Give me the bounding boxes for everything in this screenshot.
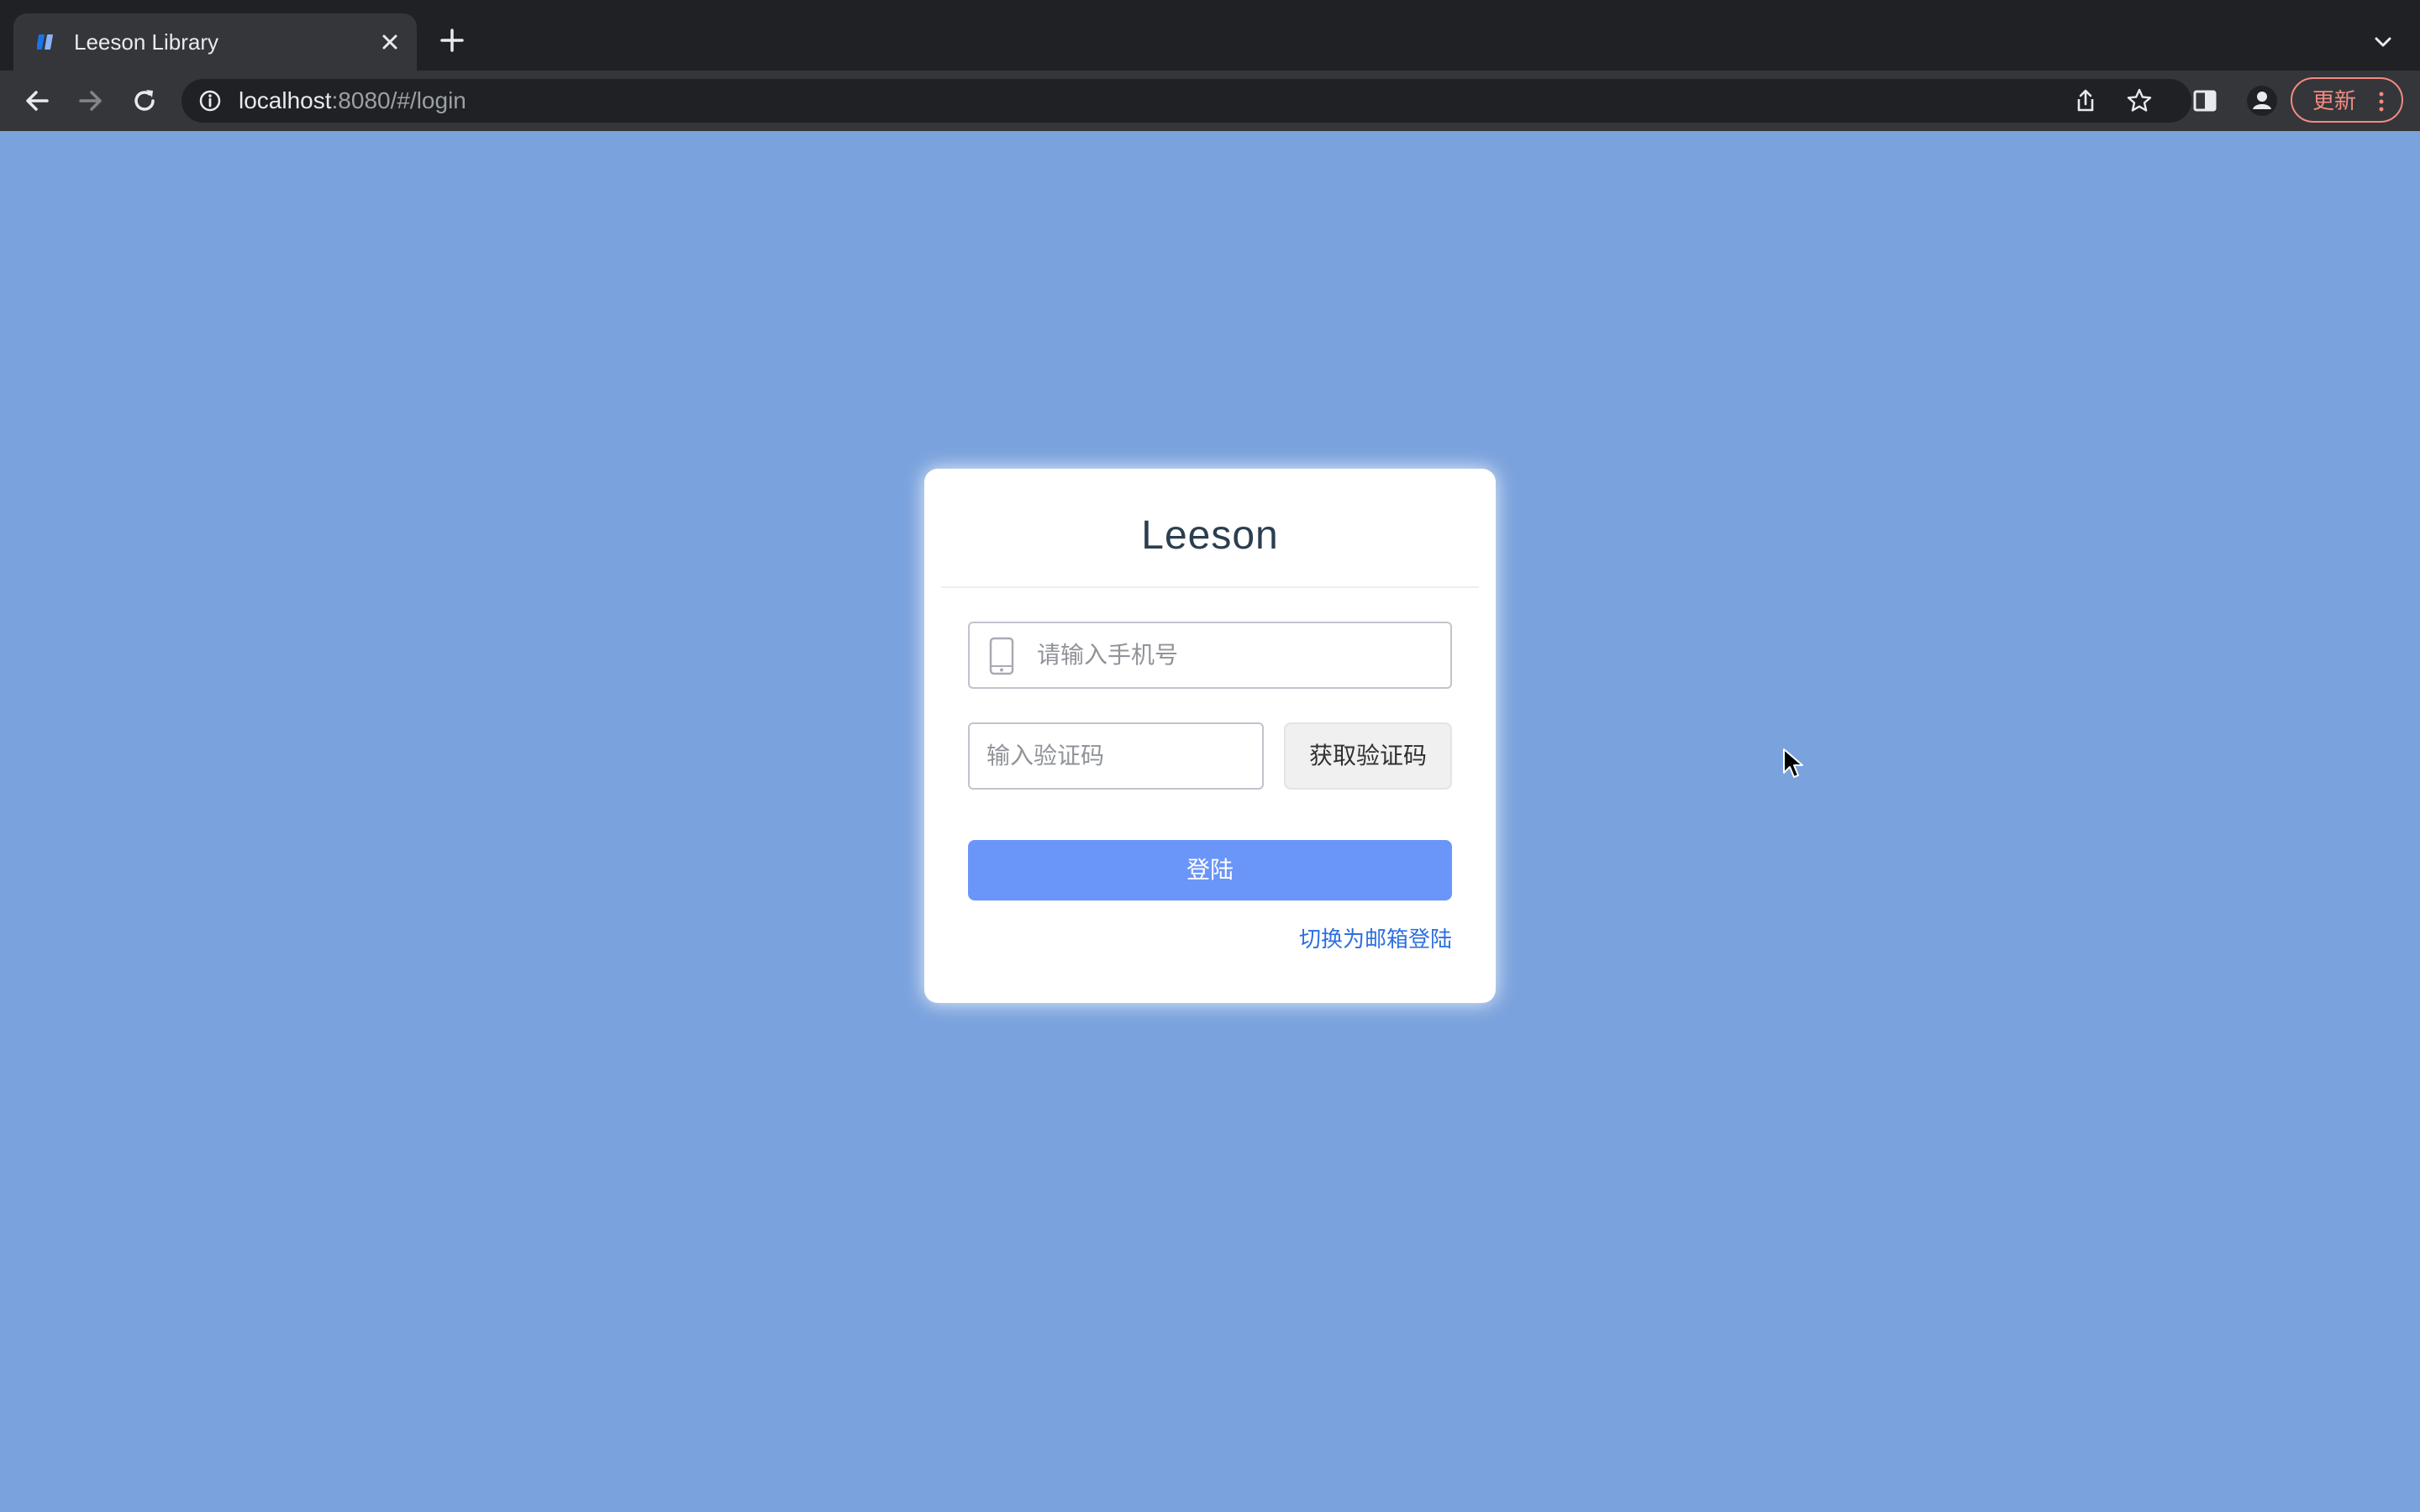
tab-title: Leeson Library — [74, 29, 218, 55]
url-host: localhost — [239, 87, 332, 113]
chevron-down-icon[interactable] — [2371, 30, 2395, 54]
bookmark-star-icon[interactable] — [2126, 87, 2153, 114]
phone-placeholder: 请输入手机号 — [1037, 642, 1179, 668]
info-icon[interactable] — [198, 89, 222, 113]
update-button-label: 更新 — [2312, 88, 2357, 113]
back-icon[interactable] — [22, 86, 52, 116]
url-path: :8080/#/login — [331, 87, 466, 113]
url-text[interactable]: localhost:8080/#/login — [239, 87, 466, 114]
more-vertical-icon — [2379, 92, 2384, 112]
side-panel-icon[interactable] — [2190, 86, 2220, 116]
update-button[interactable]: 更新 — [2291, 77, 2403, 123]
verification-code-input[interactable]: 输入验证码 — [968, 722, 1264, 790]
phone-input[interactable]: 请输入手机号 — [968, 622, 1452, 689]
reload-icon[interactable] — [129, 86, 160, 116]
address-bar[interactable]: localhost:8080/#/login — [182, 79, 2191, 123]
switch-to-email-link[interactable]: 切换为邮箱登陆 — [1299, 926, 1452, 953]
forward-icon[interactable] — [76, 86, 106, 116]
close-icon[interactable] — [376, 29, 403, 55]
login-card: Leeson 请输入手机号 输入验证码 获取验证码 登陆 切换为邮箱登陆 — [924, 469, 1496, 1003]
get-code-button[interactable]: 获取验证码 — [1284, 722, 1452, 790]
browser-tab[interactable]: Leeson Library — [13, 13, 417, 71]
share-icon[interactable] — [2072, 87, 2099, 114]
mouse-cursor-icon — [1783, 748, 1803, 778]
code-placeholder: 输入验证码 — [986, 743, 1105, 769]
browser-toolbar: localhost:8080/#/login 更新 — [0, 71, 2420, 131]
book-icon — [37, 34, 53, 50]
browser-tabstrip: Leeson Library — [0, 0, 2420, 71]
login-title: Leeson — [1141, 513, 1279, 558]
mobile-phone-icon — [989, 637, 1014, 675]
login-button[interactable]: 登陆 — [968, 840, 1452, 900]
profile-avatar-icon[interactable] — [2244, 82, 2281, 119]
title-divider — [941, 586, 1479, 588]
new-tab-icon[interactable] — [437, 25, 467, 55]
